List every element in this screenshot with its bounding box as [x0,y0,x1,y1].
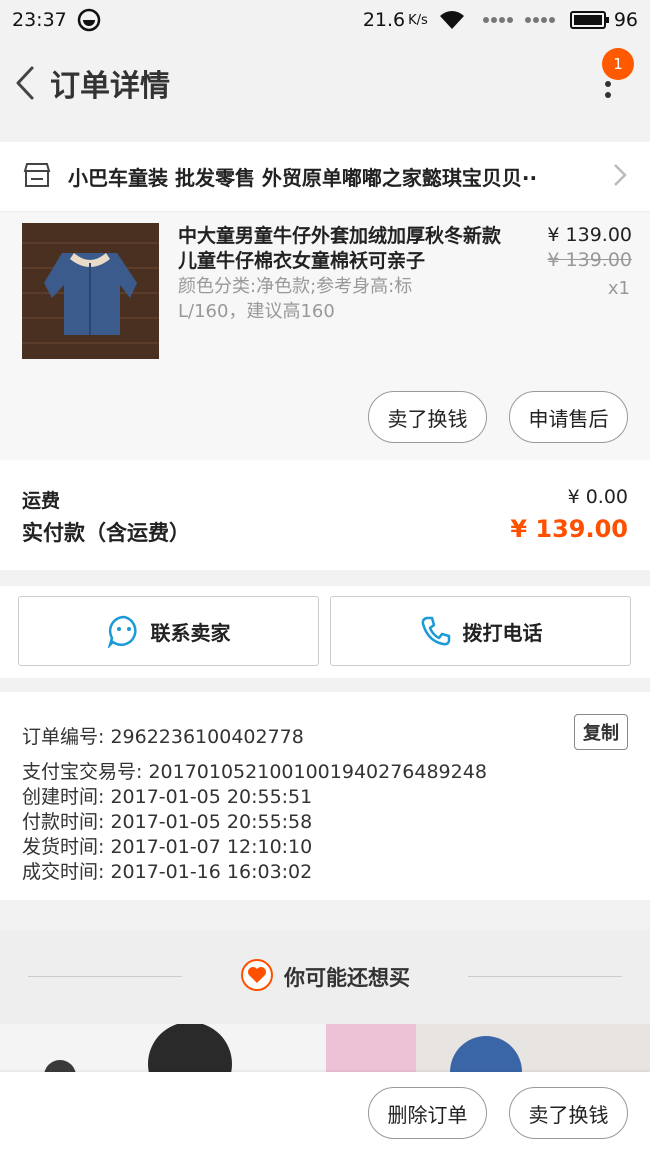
divider-left [28,976,182,977]
network-speed: 21.6 K/s [363,9,428,31]
recommend-header: 你可能还想买 [0,930,650,1024]
recommend-product-image[interactable] [0,1024,324,1072]
completed-time: 成交时间: 2017-01-16 16:03:02 [22,861,313,883]
total-value: ¥ 139.00 [510,515,628,543]
back-button[interactable] [10,63,40,103]
chevron-left-icon [16,66,34,100]
delete-order-button[interactable]: 删除订单 [368,1087,487,1139]
contact-section: 联系卖家 拨打电话 [0,586,650,678]
product-quantity: x1 [607,278,630,299]
shop-name: 小巴车童装 批发零售 外贸原单嘟嘟之家懿琪宝贝贝·· [68,166,538,190]
battery-level: 96 [613,9,638,31]
divider-right [468,976,622,977]
notification-badge: 1 [602,48,634,80]
order-number: 订单编号: 2962236100402778 [22,726,304,748]
wifi-icon [438,9,466,31]
after-sale-button[interactable]: 申请售后 [509,391,628,443]
resell-button[interactable]: 卖了换钱 [368,391,487,443]
network-speed-unit: K/s [408,12,428,28]
call-phone-label: 拨打电话 [462,620,543,645]
copy-button[interactable]: 复制 [574,714,628,750]
paid-time: 付款时间: 2017-01-05 20:55:58 [22,811,313,833]
product-price: ¥ 139.00 [547,224,632,246]
order-item: 中大童男童牛仔外套加绒加厚秋冬新款儿童牛仔棉衣女童棉袄可亲子 颜色分类:净色款;… [0,212,650,460]
status-time: 23:37 [12,9,67,31]
phone-icon [419,614,453,648]
chevron-right-icon [612,162,628,192]
chat-icon [107,614,141,648]
payment-summary: 运费 ¥ 0.00 实付款（含运费） ¥ 139.00 [0,460,650,570]
network-speed-value: 21.6 [362,9,406,31]
call-phone-button[interactable]: 拨打电话 [330,596,631,666]
heart-icon [240,958,274,996]
product-name[interactable]: 中大童男童牛仔外套加绒加厚秋冬新款儿童牛仔棉衣女童棉袄可亲子 [178,224,508,274]
shop-icon [22,161,52,193]
shipping-value: ¥ 0.00 [567,486,628,508]
alipay-trade-number: 支付宝交易号: 2017010521001001940276489248 [22,761,487,783]
notification-icon [77,8,101,32]
shop-header[interactable]: 小巴车童装 批发零售 外贸原单嘟嘟之家懿琪宝贝贝·· [0,142,650,212]
signal-icon [476,13,560,27]
nav-header: 订单详情 1 [0,40,650,126]
battery-icon [569,10,610,30]
order-info: 订单编号: 2962236100402778 复制 支付宝交易号: 201701… [0,692,650,900]
shipping-label: 运费 [22,490,61,512]
product-sku: 颜色分类:净色款;参考身高:标L/160，建议高160 [178,276,413,322]
status-bar: 23:37 21.6 K/s 96 [0,0,650,40]
product-image[interactable] [22,223,159,359]
resell-bottom-button[interactable]: 卖了换钱 [509,1087,628,1139]
product-original-price: ¥ 139.00 [547,249,632,271]
bottom-action-bar: 删除订单 卖了换钱 [0,1072,650,1155]
contact-seller-button[interactable]: 联系卖家 [18,596,319,666]
recommend-grid [0,1024,650,1072]
contact-seller-label: 联系卖家 [150,620,231,645]
created-time: 创建时间: 2017-01-05 20:55:51 [22,786,313,808]
recommend-title: 你可能还想买 [284,966,410,990]
total-label: 实付款（含运费） [22,521,190,545]
recommend-product-image[interactable] [326,1024,650,1072]
page-title: 订单详情 [50,69,170,104]
shipped-time: 发货时间: 2017-01-07 12:10:10 [22,836,313,858]
